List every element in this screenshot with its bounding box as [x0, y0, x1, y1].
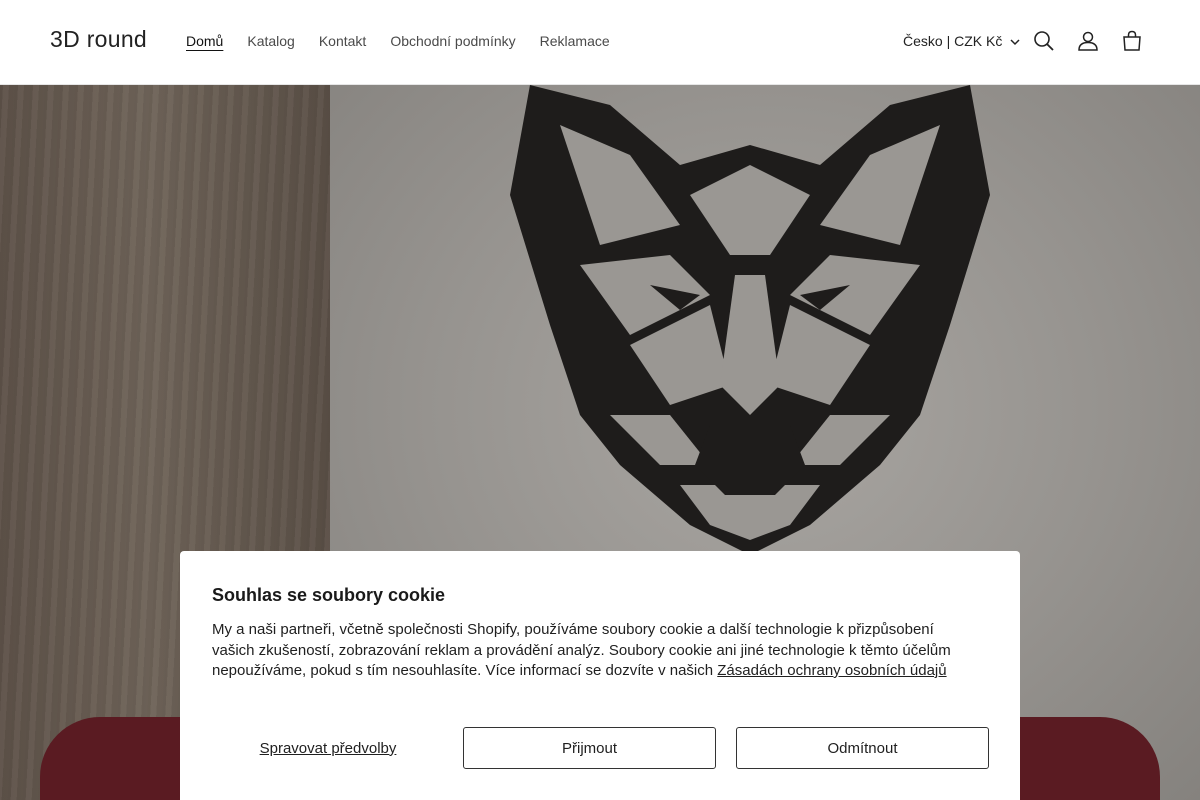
privacy-policy-link[interactable]: Zásadách ochrany osobních údajů [717, 662, 946, 679]
nav-link-complaints[interactable]: Reklamace [540, 33, 610, 49]
accept-button[interactable]: Přijmout [463, 727, 716, 769]
site-logo[interactable]: 3D round [50, 26, 147, 53]
cart-icon[interactable] [1120, 29, 1144, 53]
cookie-consent-banner: Souhlas se soubory cookie My a naši part… [180, 551, 1020, 800]
locale-label: Česko | CZK Kč [903, 33, 1003, 49]
manage-preferences-link[interactable]: Spravovat předvolby [212, 727, 444, 769]
chevron-down-icon [1010, 33, 1020, 49]
site-header: 3D round Domů Katalog Kontakt Obchodní p… [0, 0, 1200, 85]
cookie-actions: Spravovat předvolby Přijmout Odmítnout [212, 727, 989, 769]
search-icon[interactable] [1032, 29, 1056, 53]
decline-button[interactable]: Odmítnout [736, 727, 989, 769]
nav-link-home[interactable]: Domů [186, 33, 223, 49]
nav-link-contact[interactable]: Kontakt [319, 33, 366, 49]
locale-selector[interactable]: Česko | CZK Kč [903, 33, 1020, 49]
account-icon[interactable] [1076, 29, 1100, 53]
main-nav: Domů Katalog Kontakt Obchodní podmínky R… [186, 33, 610, 49]
nav-link-catalog[interactable]: Katalog [247, 33, 294, 49]
wolf-wall-art [510, 85, 990, 555]
nav-link-terms[interactable]: Obchodní podmínky [390, 33, 515, 49]
cookie-title: Souhlas se soubory cookie [212, 585, 446, 605]
cookie-description: My a naši partneři, včetně společnosti S… [212, 620, 972, 682]
